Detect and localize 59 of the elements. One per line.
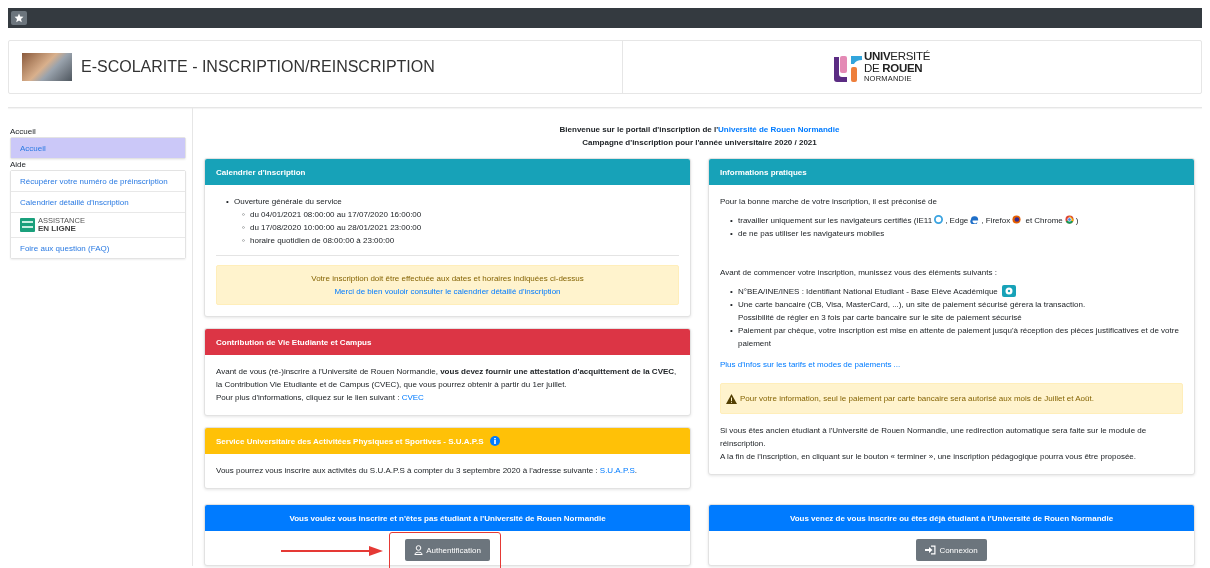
list-item: horaire quotidien de 08:00:00 à 23:00:00: [250, 235, 396, 247]
home-button[interactable]: [11, 11, 27, 25]
photo-placeholder: [22, 53, 72, 81]
list-item: Possibilité de régler en 3 fois par carte bancaire sur le site de paiement sécurisé: [738, 312, 1023, 324]
bullet: •: [730, 228, 734, 240]
list-item: travailler uniquement sur les navigateurs certifiés (IE11 , Edge , Firefox et Chrome ): [738, 216, 1079, 225]
list-item: du 17/08/2020 10:00:00 au 28/01/2021 23:00:00: [250, 222, 423, 234]
paragraph: A la fin de l'inscription, en cliquant sur le bouton « terminer », une inscription pédagogique pourra vous être proposée.: [720, 451, 1137, 463]
card-title: Vous venez de vous inscrire ou êtes déjà étudiant à l'Université de Rouen Normandie: [789, 513, 1114, 523]
sidebar-item[interactable]: Foire aux question (FAQ): [11, 237, 185, 258]
list-item: Ouverture générale du service: [234, 196, 343, 208]
section-heading: Accueil: [9, 127, 37, 136]
list-item: de ne pas utiliser les navigateurs mobiles: [738, 228, 886, 240]
paragraph: Pour plus d'informations, cliquez sur le lien suivant : CVEC: [216, 392, 425, 404]
list-item: Paiement par chèque, votre inscription est mise en attente de paiement jusqu'à réception des pièces justificatives et de votre paiement: [738, 325, 1180, 350]
paragraph: Pour la bonne marche de votre inscription, il est préconisé de: [720, 196, 938, 208]
paragraph: Avant de commencer votre inscription, munissez vous des éléments suivants :: [720, 267, 998, 279]
sidebar-item[interactable]: Accueil: [11, 138, 185, 158]
card-title: Service Universitaire des Activitées Physiques et Sportives - S.U.A.P.S: [216, 436, 484, 446]
list-item: Une carte bancaire (CB, Visa, MasterCard, ...), un site de paiement sécurisé gérera la transaction.: [738, 299, 1087, 311]
card-title: Informations pratiques: [720, 167, 807, 177]
logo-text: DE ROUEN: [864, 62, 924, 75]
link[interactable]: CVEC: [401, 393, 424, 402]
welcome-text: Campagne d'inscription pour l'année universitaire 2020 / 2021: [581, 137, 818, 149]
info-icon[interactable]: [489, 436, 500, 446]
star-icon: [14, 13, 24, 23]
bullet: ◦: [242, 209, 246, 221]
bullet: •: [226, 196, 230, 208]
card-title: Contribution de Vie Etudiante et Campus: [216, 337, 372, 347]
bullet: •: [730, 215, 734, 227]
badge-text: EN LIGNE: [38, 224, 77, 233]
link[interactable]: Plus d'infos sur les tarifs et modes de paiements ...: [720, 358, 1183, 371]
sidebar-item[interactable]: Récupérer votre numéro de préinscription: [11, 171, 185, 191]
authentication-button[interactable]: Authentification: [405, 539, 490, 561]
bullet: •: [730, 325, 734, 337]
sidebar-item[interactable]: Calendrier détaillé d'inscription: [11, 191, 185, 212]
alert-text: Votre inscription doit être effectuée aux dates et horaires indiquées ci-dessus: [310, 273, 585, 285]
card-title: Vous voulez vous inscrire et n'êtes pas étudiant à l'Université de Rouen Normandie: [289, 513, 606, 523]
link[interactable]: Merci de bien vouloir consulter le calendrier détaillé d'inscription: [334, 287, 561, 296]
bullet: ◦: [242, 222, 246, 234]
login-button[interactable]: Connexion: [916, 539, 987, 561]
list-item: N°BEA/INE/INES : Identifiant National Etudiant - Base Elève Académique: [738, 287, 998, 296]
card-title: Calendrier d'inscription: [216, 167, 306, 177]
bullet: •: [730, 299, 734, 311]
page-title: E-SCOLARITE - INSCRIPTION/REINSCRIPTION: [81, 58, 435, 76]
alert-text: Pour votre information, seul le paiement par carte bancaire sera autorisé aux mois de Juillet et Août.: [740, 393, 1094, 405]
link[interactable]: S.U.A.P.S: [599, 466, 635, 475]
paragraph: Si vous êtes ancien étudiant à l'Université de Rouen Normandie, une redirection automatique sera faite sur le module de réinscription.: [720, 425, 1148, 450]
welcome-text: Bienvenue sur le portail d'inscription de l'Université de Rouen Normandie: [558, 124, 841, 136]
list-item: du 04/01/2021 08:00:00 au 17/07/2020 16:00:00: [250, 209, 423, 221]
bullet: •: [730, 286, 734, 298]
sign-in-icon: [925, 545, 937, 555]
logo-text: UNIVERSITÉ: [864, 51, 930, 63]
link[interactable]: Université de Rouen Normandie: [718, 125, 840, 134]
user-icon: [414, 545, 424, 555]
paragraph: Vous pourrez vous inscrire aux activités du S.U.A.P.S à compter du 3 septembre 2020 à l'adresse suivante : S.U.A.P.S.: [216, 465, 639, 477]
bullet: ◦: [242, 235, 246, 247]
paragraph: Avant de vous (ré-)inscrire à l'Université de Rouen Normandie, vous devez fournir une attestation d'acquittement de la CVEC, la Contribution Vie Etudiante et de Campus (CVEC), que vous pourrez obtenir à partir du 1er juillet.: [216, 366, 678, 391]
section-heading: Aide: [9, 160, 27, 169]
